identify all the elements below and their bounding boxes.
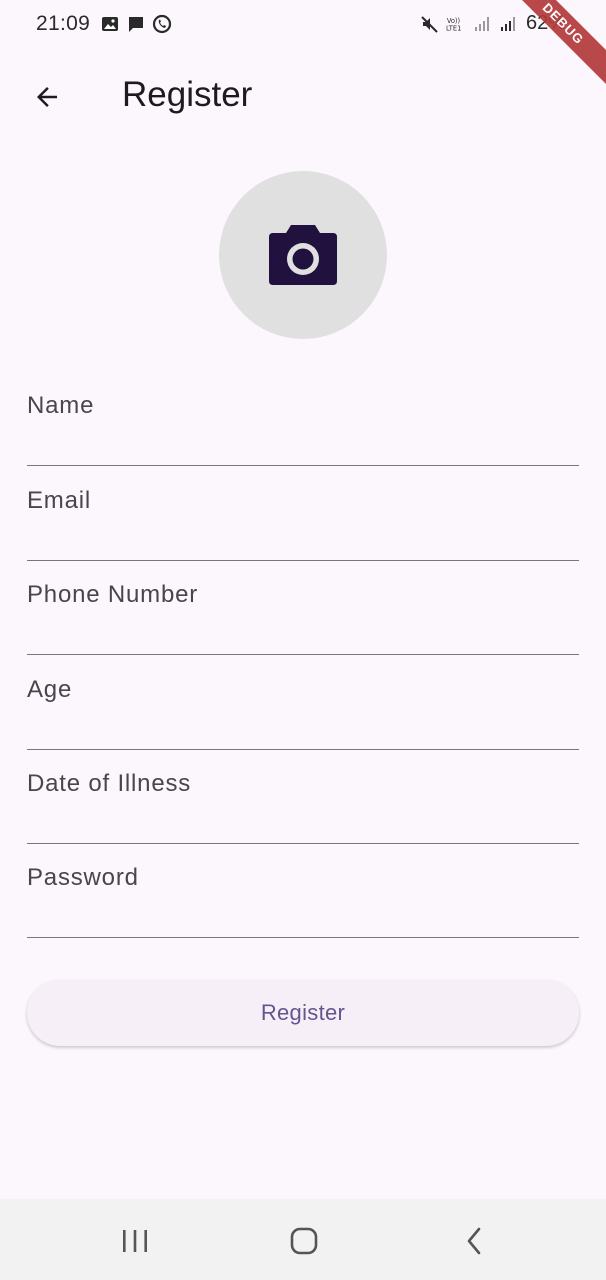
app-bar: Register [0, 56, 606, 136]
phone-number-field[interactable]: Phone Number [27, 575, 579, 655]
message-icon [129, 17, 143, 32]
date-of-illness-field-label: Date of Illness [27, 770, 192, 797]
profile-photo-picker[interactable] [219, 171, 387, 339]
password-field[interactable]: Password [27, 858, 579, 938]
email-field-label: Email [27, 487, 92, 514]
back-button[interactable] [24, 74, 70, 120]
email-field[interactable]: Email [27, 481, 579, 561]
home-button[interactable] [282, 1219, 326, 1263]
volte-icon: Vo))LTE1 [446, 17, 461, 33]
recent-apps-icon [123, 1230, 147, 1252]
whatsapp-icon [152, 14, 172, 34]
system-back-button[interactable] [452, 1219, 496, 1263]
age-field-label: Age [27, 676, 73, 703]
password-field-label: Password [27, 864, 139, 891]
camera-icon [269, 225, 337, 285]
age-field[interactable]: Age [27, 670, 579, 750]
name-field[interactable]: Name [27, 386, 579, 466]
chevron-left-icon [467, 1227, 481, 1255]
mute-icon [421, 15, 438, 33]
image-icon [102, 17, 118, 31]
register-button-label: Register [260, 1000, 346, 1025]
status-bar: 21:09 Vo))LTE1 62% [0, 0, 606, 48]
status-time: 21:09 [36, 12, 91, 35]
register-button[interactable]: Register [27, 980, 579, 1046]
svg-text:LTE1: LTE1 [446, 24, 461, 32]
recent-apps-button[interactable] [113, 1219, 157, 1263]
date-of-illness-field[interactable]: Date of Illness [27, 764, 579, 844]
name-field-label: Name [27, 392, 95, 419]
arrow-back-icon [37, 87, 57, 107]
phone-number-field-label: Phone Number [27, 581, 199, 608]
home-icon [290, 1227, 318, 1255]
status-icons-left [100, 14, 172, 34]
system-nav-bar [0, 1199, 606, 1280]
signal-icon [474, 16, 489, 31]
register-screen: 21:09 Vo))LTE1 62% DEBUG Register [0, 0, 606, 1280]
signal-icon-2 [500, 16, 515, 31]
page-title: Register [122, 75, 253, 114]
